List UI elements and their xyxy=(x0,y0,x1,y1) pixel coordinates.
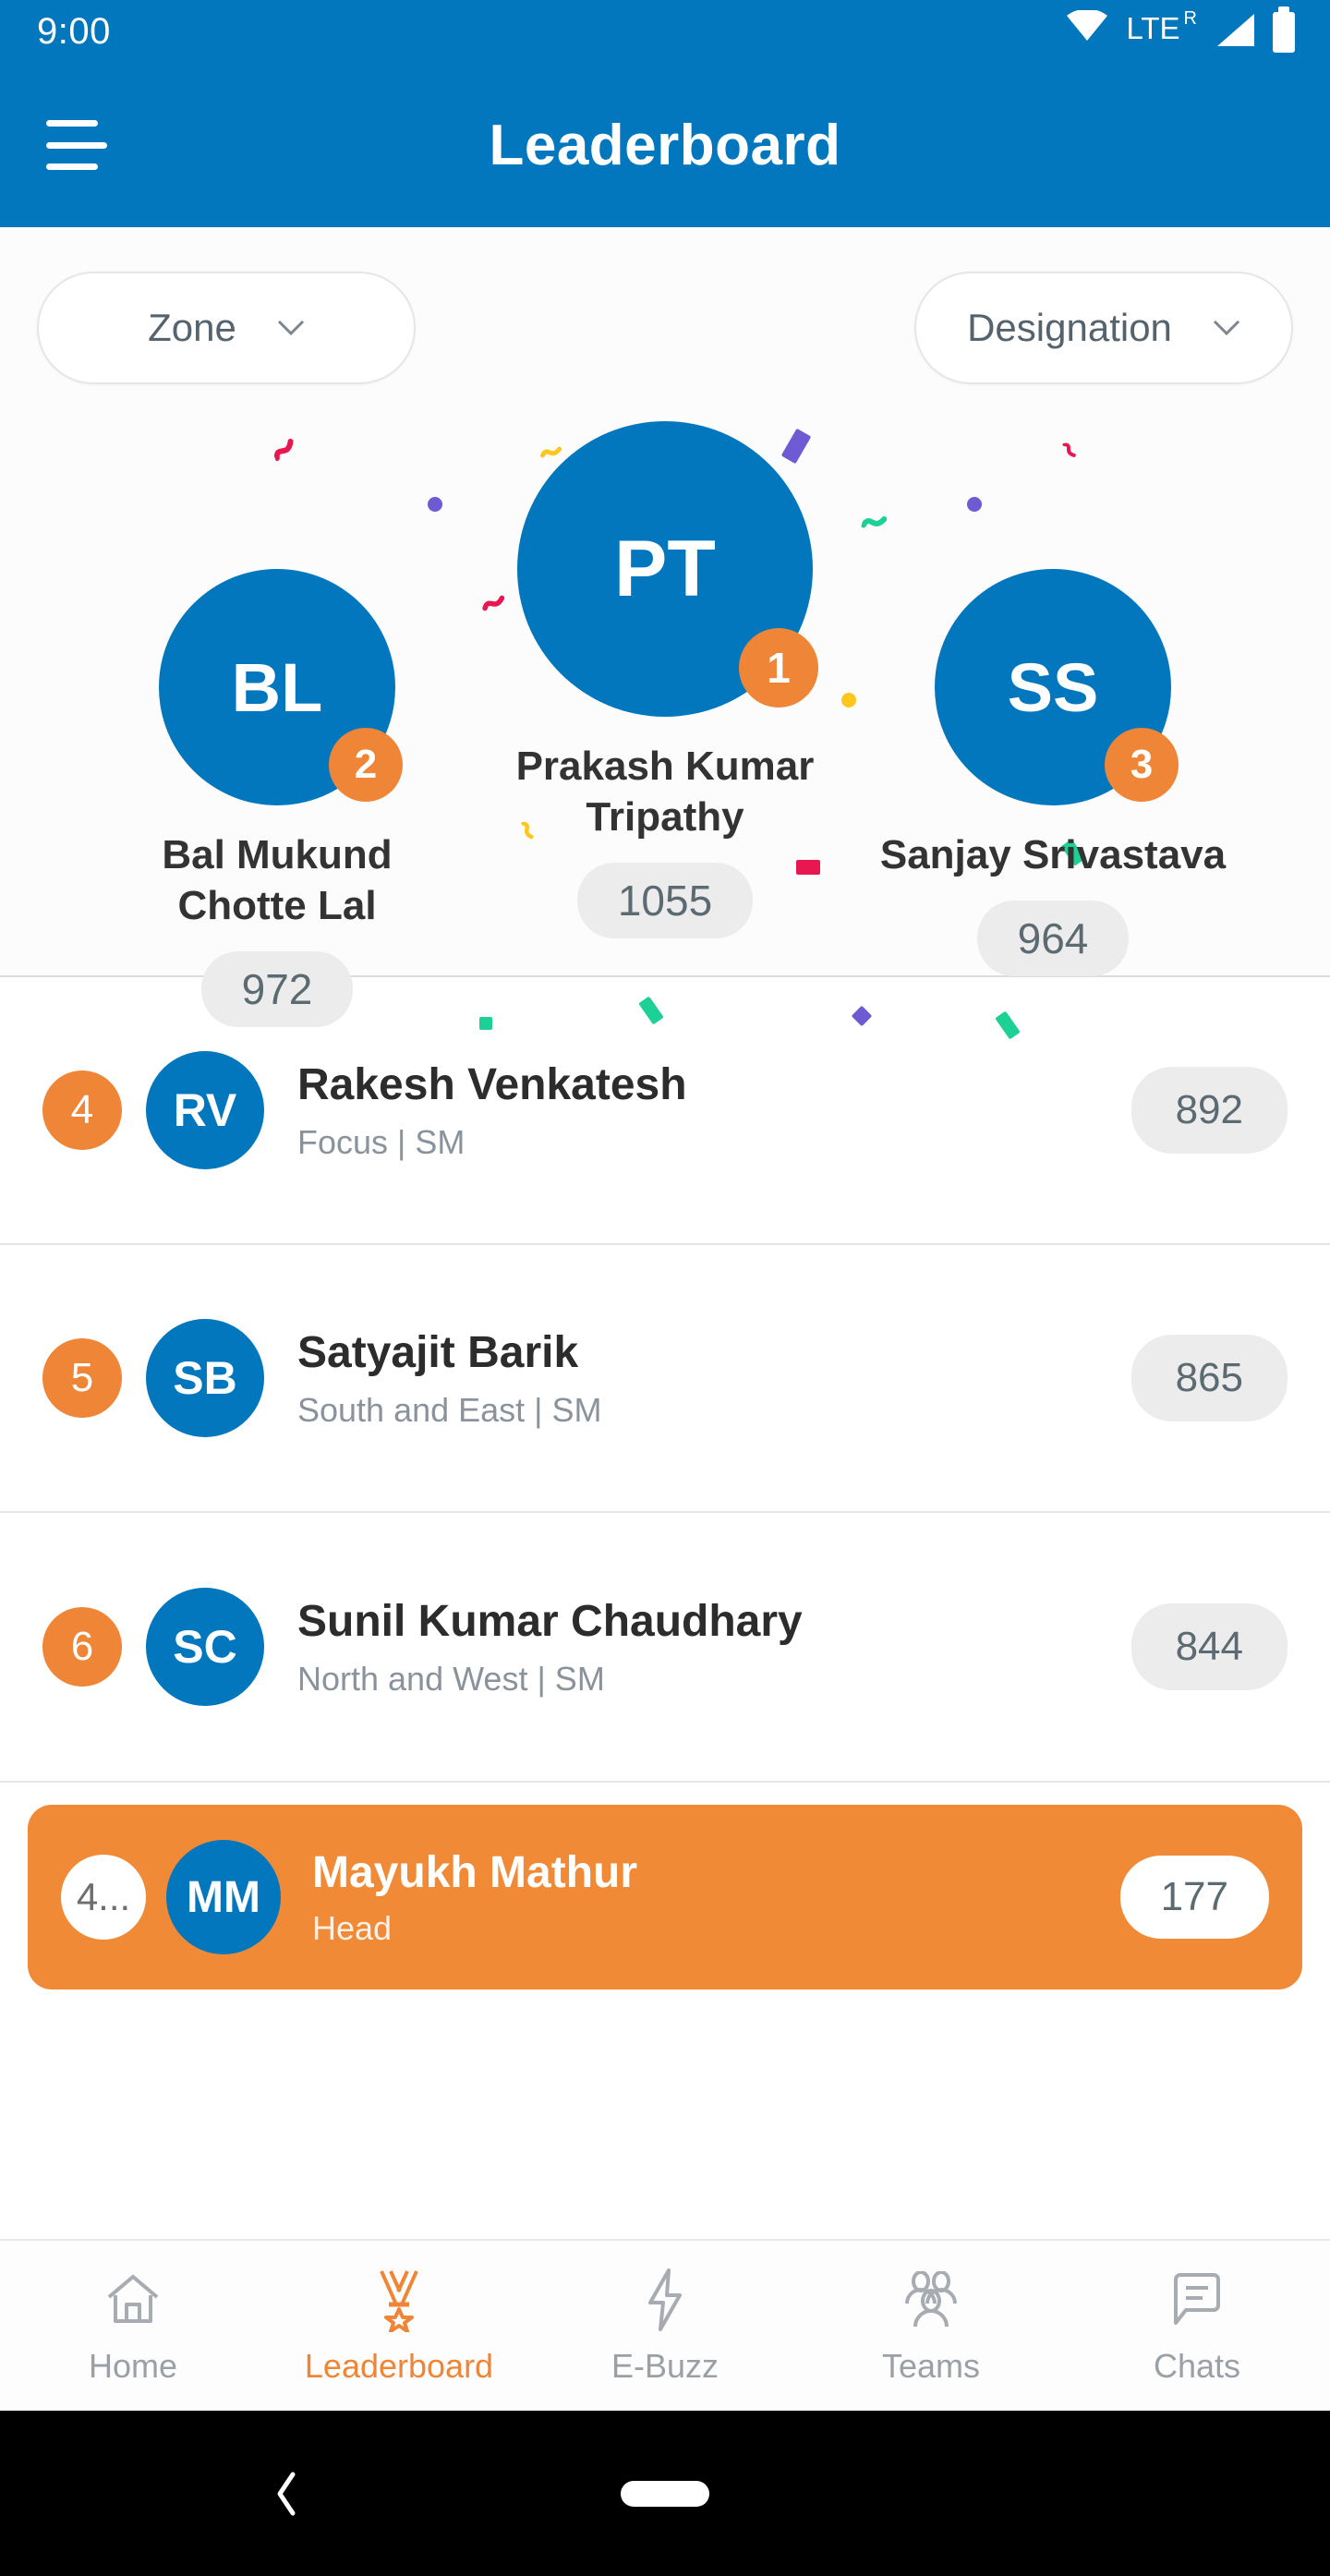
hamburger-menu-icon[interactable] xyxy=(46,113,107,177)
lightning-bolt-icon xyxy=(645,2266,685,2334)
page-title: Leaderboard xyxy=(489,113,841,177)
row-text: Mayukh Mathur Head xyxy=(312,1846,1120,1948)
row-name: Mayukh Mathur xyxy=(312,1848,638,1898)
signal-icon xyxy=(1215,14,1254,46)
network-type-label: LTE R xyxy=(1126,8,1197,45)
nav-item-teams[interactable]: Teams xyxy=(798,2266,1064,2386)
filter-bar: Zone Designation xyxy=(0,272,1330,384)
table-row[interactable]: 5 SB Satyajit Barik South and East | SM … xyxy=(0,1245,1330,1513)
rank-badge: 3 xyxy=(1105,728,1179,802)
row-name: Rakesh Venkatesh xyxy=(297,1060,687,1110)
podium-top-three: BL 2 Bal Mukund Chotte Lal 972 PT 1 Prak… xyxy=(0,421,1330,1027)
nav-item-leaderboard[interactable]: Leaderboard xyxy=(266,2266,532,2386)
row-score: 844 xyxy=(1130,1603,1288,1690)
podium-score: 1055 xyxy=(576,863,754,938)
back-chevron-icon[interactable] xyxy=(259,2466,314,2522)
avatar: MM xyxy=(166,1840,281,1954)
podium-name: Bal Mukund Chotte Lal xyxy=(162,832,393,928)
nav-label: Chats xyxy=(1153,2347,1241,2385)
podium-place-2[interactable]: BL 2 Bal Mukund Chotte Lal 972 xyxy=(83,569,471,1027)
row-subtitle: North and West | SM xyxy=(297,1659,605,1698)
nav-item-ebuzz[interactable]: E-Buzz xyxy=(532,2266,798,2386)
leaderboard-list: 4 RV Rakesh Venkatesh Focus | SM 892 5 S… xyxy=(0,977,1330,1781)
podium-score: 964 xyxy=(976,901,1130,976)
podium-section: Zone Designation BL 2 Bal Mukund Chotte … xyxy=(0,227,1330,1040)
android-navigation-bar xyxy=(0,2411,1330,2576)
zone-filter-dropdown[interactable]: Zone xyxy=(37,272,416,384)
chevron-down-icon xyxy=(277,320,305,336)
rank-badge: 4 xyxy=(42,1070,122,1150)
row-name: Satyajit Barik xyxy=(297,1328,579,1378)
status-bar-clock: 9:00 xyxy=(37,10,111,52)
avatar: BL 2 xyxy=(159,569,403,805)
nav-label: E-Buzz xyxy=(611,2347,719,2385)
nav-label: Teams xyxy=(881,2347,981,2385)
avatar: SB xyxy=(146,1319,264,1437)
medal-icon xyxy=(372,2266,426,2334)
status-bar: 9:00 LTE R xyxy=(0,0,1330,63)
podium-name: Sanjay Srivastava xyxy=(879,832,1227,877)
row-subtitle: Head xyxy=(312,1908,393,1947)
table-row[interactable]: 6 SC Sunil Kumar Chaudhary North and Wes… xyxy=(0,1513,1330,1781)
row-name: Sunil Kumar Chaudhary xyxy=(297,1597,803,1647)
row-score: 177 xyxy=(1119,1856,1269,1939)
nav-label: Home xyxy=(88,2347,178,2385)
avatar: SC xyxy=(146,1588,264,1706)
zone-filter-label: Zone xyxy=(148,306,236,349)
chevron-down-icon xyxy=(1213,320,1240,336)
row-text: Satyajit Barik South and East | SM xyxy=(297,1326,1131,1430)
row-score: 892 xyxy=(1130,1067,1288,1154)
podium-score: 972 xyxy=(200,951,354,1027)
app-bar: Leaderboard xyxy=(0,63,1330,227)
rank-badge: 2 xyxy=(329,728,403,802)
home-icon xyxy=(105,2266,161,2334)
row-subtitle: Focus | SM xyxy=(297,1122,466,1161)
rank-badge: 4... xyxy=(61,1855,146,1940)
row-text: Sunil Kumar Chaudhary North and West | S… xyxy=(297,1595,1131,1699)
designation-filter-dropdown[interactable]: Designation xyxy=(914,272,1293,384)
row-subtitle: South and East | SM xyxy=(297,1390,602,1429)
current-user-row[interactable]: 4... MM Mayukh Mathur Head 177 xyxy=(28,1805,1302,1989)
rank-badge: 6 xyxy=(42,1607,122,1687)
row-text: Rakesh Venkatesh Focus | SM xyxy=(297,1058,1131,1162)
avatar: RV xyxy=(146,1051,264,1169)
nav-label: Leaderboard xyxy=(304,2347,494,2385)
nav-item-home[interactable]: Home xyxy=(0,2266,266,2386)
chat-bubble-icon xyxy=(1170,2266,1224,2334)
people-group-icon xyxy=(901,2266,961,2334)
designation-filter-label: Designation xyxy=(967,306,1172,349)
wifi-icon xyxy=(1067,8,1108,41)
roaming-indicator: R xyxy=(1183,8,1197,29)
podium-place-3[interactable]: SS 3 Sanjay Srivastava 964 xyxy=(859,569,1247,976)
current-user-row-container: 4... MM Mayukh Mathur Head 177 xyxy=(0,1781,1330,2014)
rank-badge: 1 xyxy=(739,628,818,707)
avatar: SS 3 xyxy=(935,569,1179,805)
bottom-navigation-bar: Home Leaderboard E-Buzz Teams Chats xyxy=(0,2239,1330,2411)
status-bar-icons: LTE R xyxy=(1067,6,1295,53)
podium-name: Prakash Kumar Tripathy xyxy=(515,744,815,840)
nav-item-chats[interactable]: Chats xyxy=(1064,2266,1330,2386)
battery-icon xyxy=(1273,6,1295,53)
rank-badge: 5 xyxy=(42,1338,122,1418)
podium-place-1[interactable]: PT 1 Prakash Kumar Tripathy 1055 xyxy=(471,421,859,938)
row-score: 865 xyxy=(1130,1335,1288,1421)
home-pill-icon[interactable] xyxy=(621,2480,709,2507)
avatar: PT 1 xyxy=(517,421,818,717)
